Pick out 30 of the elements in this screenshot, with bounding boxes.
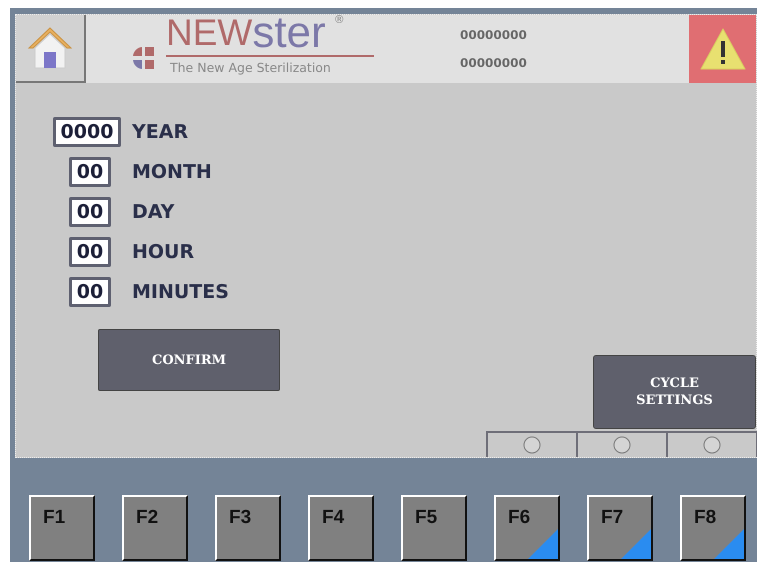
logo-tagline: The New Age Sterilization bbox=[170, 60, 332, 75]
number-field[interactable]: 00 bbox=[69, 237, 111, 267]
field-label: DAY bbox=[132, 201, 174, 223]
counter-value: 00000000 bbox=[460, 28, 527, 42]
logo-mark-icon bbox=[132, 45, 156, 71]
field-label: MINUTES bbox=[132, 281, 229, 303]
home-button[interactable] bbox=[16, 15, 86, 83]
number-field[interactable]: 00 bbox=[69, 157, 111, 187]
function-key[interactable]: F3 bbox=[215, 495, 281, 561]
registered-mark: ® bbox=[334, 13, 345, 27]
logo-text: ster bbox=[252, 13, 326, 53]
confirm-button[interactable]: CONFIRM bbox=[98, 329, 280, 391]
warning-icon bbox=[698, 27, 746, 71]
function-key[interactable]: F4 bbox=[308, 495, 374, 561]
number-field[interactable]: 0000 bbox=[53, 117, 121, 147]
function-key[interactable]: F1 bbox=[29, 495, 95, 561]
number-field[interactable]: 00 bbox=[69, 197, 111, 227]
cycle-settings-button[interactable]: CYCLE SETTINGS bbox=[593, 355, 756, 429]
logo-text: NEW bbox=[166, 13, 252, 53]
function-key[interactable]: F8 bbox=[680, 495, 746, 561]
function-key[interactable]: F6 bbox=[494, 495, 560, 561]
field-label: MONTH bbox=[132, 161, 212, 183]
alarm-button[interactable] bbox=[689, 15, 756, 83]
function-key[interactable]: F7 bbox=[587, 495, 653, 561]
counter-value: 00000000 bbox=[460, 56, 527, 70]
field-label: HOUR bbox=[132, 241, 194, 263]
field-label: YEAR bbox=[132, 121, 188, 143]
function-key[interactable]: F2 bbox=[122, 495, 188, 561]
function-key[interactable]: F5 bbox=[401, 495, 467, 561]
number-field[interactable]: 00 bbox=[69, 277, 111, 307]
